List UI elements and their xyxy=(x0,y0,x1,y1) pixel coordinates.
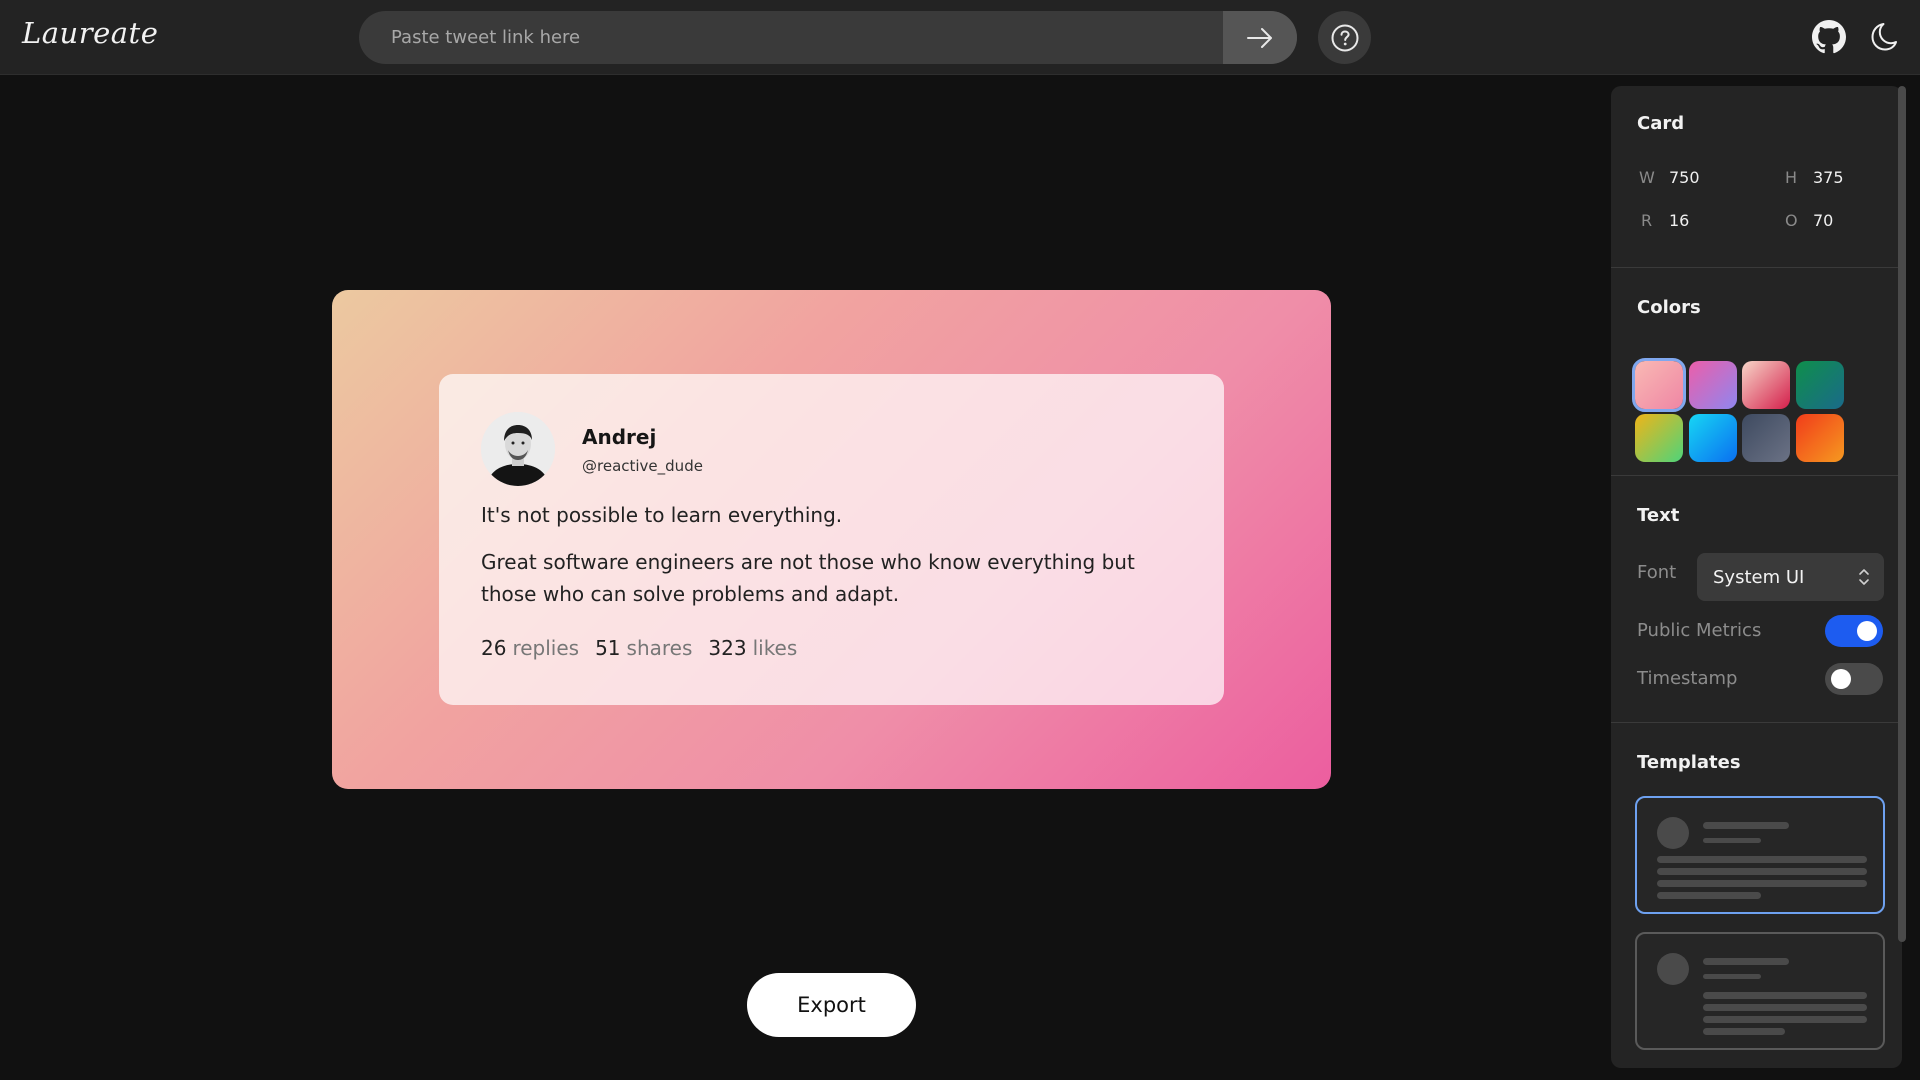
toggle-knob xyxy=(1857,621,1877,641)
help-circle-icon xyxy=(1331,24,1358,51)
tweet-paragraph: Great software engineers are not those w… xyxy=(481,550,1135,606)
help-button[interactable] xyxy=(1318,11,1371,64)
colors-section-title: Colors xyxy=(1637,297,1701,318)
toggle-knob xyxy=(1831,669,1851,689)
tweet-paragraph: It's not possible to learn everything. xyxy=(481,503,843,527)
tweet-metrics: 26 replies 51 shares 323 likes xyxy=(481,636,797,660)
arrow-right-icon xyxy=(1247,27,1272,48)
replies-count: 26 xyxy=(481,636,507,660)
height-input[interactable]: 375 xyxy=(1813,168,1844,187)
shares-count: 51 xyxy=(595,636,621,660)
opacity-label: O xyxy=(1785,211,1798,230)
timestamp-label: Timestamp xyxy=(1637,668,1738,689)
panel-scrollbar[interactable] xyxy=(1898,86,1906,942)
template-avatar-placeholder xyxy=(1657,817,1689,849)
template-line xyxy=(1703,838,1761,843)
timestamp-toggle[interactable] xyxy=(1825,663,1883,695)
shares-label: shares xyxy=(626,636,693,660)
card-section-title: Card xyxy=(1637,113,1685,134)
replies-label: replies xyxy=(512,636,580,660)
templates-section-title: Templates xyxy=(1637,752,1741,773)
tweet-card: Andrej @reactive_dude It's not possible … xyxy=(439,374,1224,705)
tweet-link-input[interactable] xyxy=(359,11,1223,64)
font-select-value: System UI xyxy=(1713,566,1805,588)
template-line xyxy=(1657,856,1867,863)
color-swatch[interactable] xyxy=(1635,414,1683,462)
divider xyxy=(1611,267,1902,268)
chevron-up-down-icon xyxy=(1859,569,1869,585)
template-line xyxy=(1703,822,1789,829)
template-avatar-placeholder xyxy=(1657,953,1689,985)
width-label: W xyxy=(1639,168,1655,187)
shares-metric: 51 shares xyxy=(595,636,692,660)
font-label: Font xyxy=(1637,562,1677,583)
likes-label: likes xyxy=(752,636,798,660)
color-swatch[interactable] xyxy=(1742,361,1790,409)
public-metrics-label: Public Metrics xyxy=(1637,620,1762,641)
opacity-input[interactable]: 70 xyxy=(1813,211,1833,230)
tweet-author-handle: @reactive_dude xyxy=(582,457,703,475)
divider xyxy=(1611,722,1902,723)
divider xyxy=(1611,475,1902,476)
avatar xyxy=(481,412,555,486)
template-line xyxy=(1657,892,1761,899)
public-metrics-toggle[interactable] xyxy=(1825,615,1883,647)
height-label: H xyxy=(1785,168,1798,187)
template-line xyxy=(1657,868,1867,875)
app-logo[interactable]: Laureate xyxy=(22,16,158,50)
template-option-default[interactable] xyxy=(1635,796,1885,914)
replies-metric: 26 replies xyxy=(481,636,579,660)
color-swatch[interactable] xyxy=(1689,414,1737,462)
color-swatch[interactable] xyxy=(1742,414,1790,462)
template-line xyxy=(1703,1028,1785,1035)
text-section-title: Text xyxy=(1637,505,1680,526)
color-swatch[interactable] xyxy=(1689,361,1737,409)
template-line xyxy=(1703,1004,1867,1011)
radius-label: R xyxy=(1641,211,1653,230)
export-button[interactable]: Export xyxy=(747,973,916,1037)
font-select[interactable]: System UI xyxy=(1697,553,1884,601)
top-bar: Laureate xyxy=(0,0,1920,75)
width-input[interactable]: 750 xyxy=(1669,168,1700,187)
settings-panel: Card W 750 H 375 R 16 O 70 Colors Text F… xyxy=(1611,86,1902,1068)
template-line xyxy=(1657,880,1867,887)
github-button[interactable] xyxy=(1812,20,1848,56)
color-swatch[interactable] xyxy=(1632,358,1686,412)
theme-toggle-button[interactable] xyxy=(1866,20,1902,56)
likes-count: 323 xyxy=(708,636,747,660)
radius-input[interactable]: 16 xyxy=(1669,211,1689,230)
color-swatch[interactable] xyxy=(1796,361,1844,409)
moon-icon xyxy=(1871,23,1897,51)
template-line xyxy=(1703,958,1789,965)
tweet-author-name: Andrej xyxy=(582,425,657,449)
template-option-indented[interactable] xyxy=(1635,932,1885,1050)
github-icon xyxy=(1812,20,1846,54)
color-swatch[interactable] xyxy=(1796,414,1844,462)
template-line xyxy=(1703,1016,1867,1023)
card-background: Andrej @reactive_dude It's not possible … xyxy=(332,290,1331,789)
likes-metric: 323 likes xyxy=(708,636,797,660)
template-line xyxy=(1703,992,1867,999)
submit-button[interactable] xyxy=(1223,11,1297,64)
template-line xyxy=(1703,974,1761,979)
avatar-portrait-icon xyxy=(481,412,555,486)
search-bar xyxy=(359,11,1297,64)
